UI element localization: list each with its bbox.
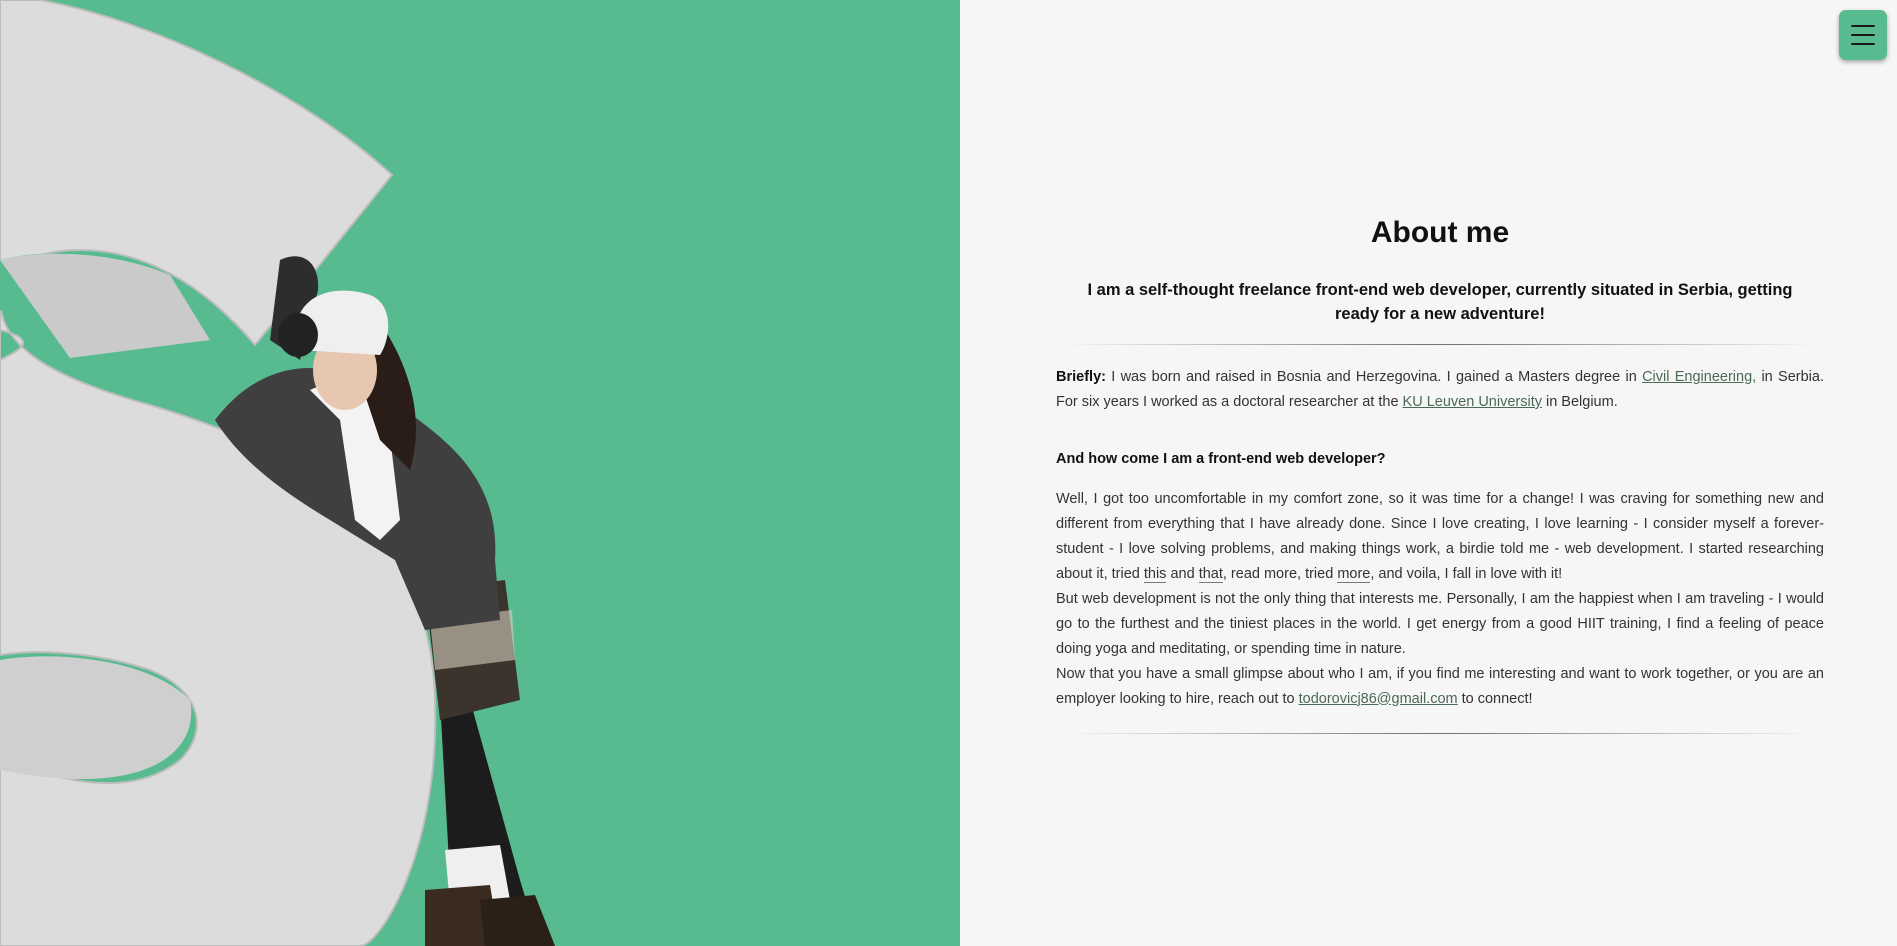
civil-engineering-link[interactable]: Civil Engineering, bbox=[1642, 369, 1756, 385]
menu-bar bbox=[1851, 25, 1875, 27]
question-heading: And how come I am a front-end web develo… bbox=[1056, 451, 1386, 467]
contact-text: to connect! bbox=[1457, 690, 1533, 707]
answer-text: , read more, tried bbox=[1222, 565, 1338, 582]
answer-text: and bbox=[1166, 565, 1199, 582]
briefly-text: in Belgium. bbox=[1541, 394, 1618, 410]
menu-button[interactable] bbox=[1839, 10, 1887, 60]
briefly-paragraph: Briefly: I was born and raised in Bosnia… bbox=[1056, 365, 1824, 415]
lead-statement: I am a self-thought freelance front-end … bbox=[1087, 281, 1793, 323]
briefly-text: I was born and raised in Bosnia and Herz… bbox=[1105, 369, 1643, 385]
answer-text: , and voila, I fall in love with it! bbox=[1370, 565, 1563, 582]
menu-bar bbox=[1851, 34, 1875, 36]
hero-illustration bbox=[0, 0, 555, 946]
divider bbox=[1062, 732, 1818, 734]
page: About me I am a self-thought freelance f… bbox=[0, 0, 1897, 946]
page-title: About me bbox=[1370, 216, 1510, 249]
hamburger-menu-icon bbox=[1851, 25, 1875, 45]
about-section: About me I am a self-thought freelance f… bbox=[960, 0, 1897, 946]
ku-leuven-link[interactable]: KU Leuven University bbox=[1403, 394, 1542, 410]
interests-paragraph: But web development is not the only thin… bbox=[1056, 590, 1824, 657]
divider bbox=[1062, 344, 1818, 345]
this-link[interactable]: this bbox=[1143, 565, 1167, 583]
that-link[interactable]: that bbox=[1198, 565, 1223, 583]
menu-bar bbox=[1851, 43, 1875, 45]
email-link[interactable]: todorovicj86@gmail.com bbox=[1299, 691, 1458, 707]
answer-paragraph: Well, I got too uncomfortable in my comf… bbox=[1056, 487, 1824, 587]
hero-image bbox=[0, 0, 960, 946]
briefly-label: Briefly: bbox=[1056, 369, 1106, 385]
more-link[interactable]: more bbox=[1337, 565, 1371, 583]
contact-paragraph: Now that you have a small glimpse about … bbox=[1056, 662, 1824, 712]
about-article: About me I am a self-thought freelance f… bbox=[1056, 216, 1824, 734]
